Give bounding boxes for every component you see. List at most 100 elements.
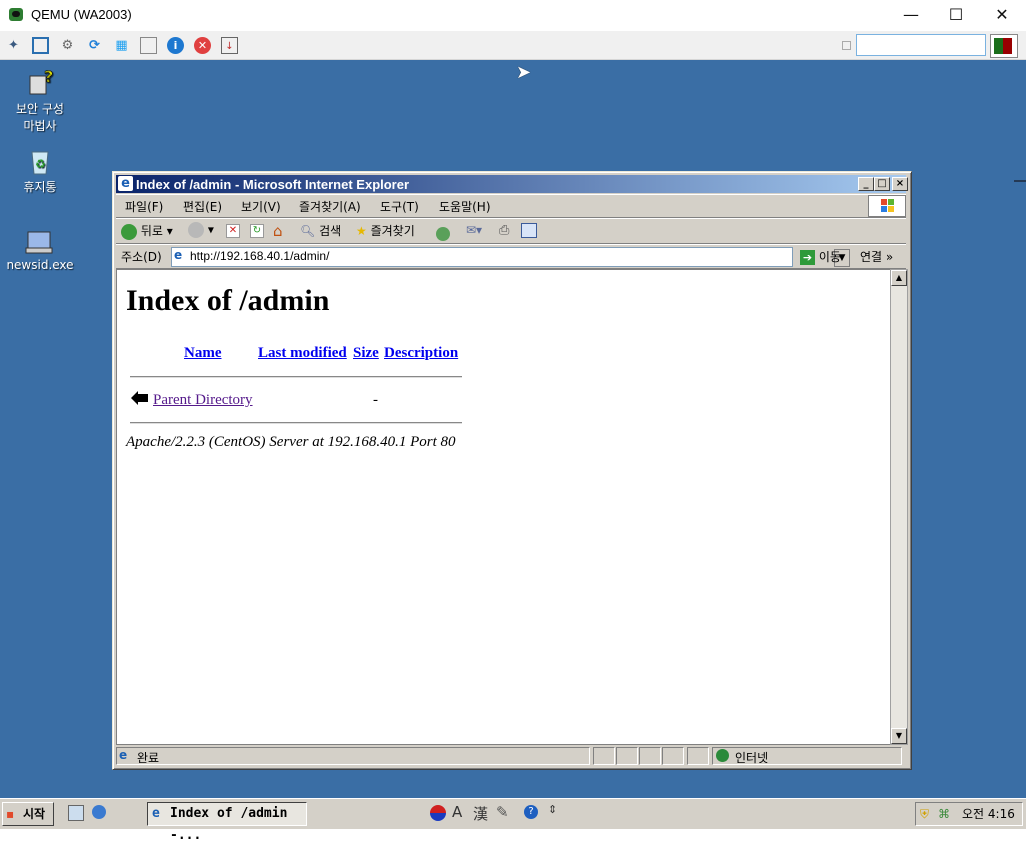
ie-titlebar[interactable]: e Index of /admin - Microsoft Internet E… [116,175,908,193]
gear-cube-icon[interactable]: ✦ [5,37,22,54]
divider [130,422,462,424]
taskbar-item-label: Index of /admin -... [170,806,288,843]
parent-directory-link[interactable]: Parent Directory [153,392,253,409]
qemu-window-title: QEMU (WA2003) [31,7,132,22]
qemu-toolbar: ✦ ⚙ ⟳ ▦ i ✕ ↓ [0,31,1026,60]
checkbox-icon[interactable] [842,41,851,50]
page-heading: Index of /admin [126,284,330,317]
network-icon[interactable]: ⌘ [938,803,950,825]
forward-button[interactable]: ▾ [188,222,214,238]
ime-letter-icon[interactable]: A [452,803,462,821]
address-label: 주소(D) [121,250,162,264]
ie-maximize-button[interactable]: □ [874,177,890,191]
ie-minimize-button[interactable]: _ [858,177,874,191]
quicklaunch-browser-icon[interactable] [92,805,106,819]
qemu-logo-icon [9,8,23,21]
divider [130,376,462,378]
settings-icon[interactable]: ⚙ [59,37,76,54]
menu-view[interactable]: 보기(V) [241,198,281,215]
desktop-icon-recycle-bin[interactable]: ♻ 휴지통 [0,144,80,195]
desktop-icon-security-wizard[interactable]: ? 보안 구성 마법사 [0,66,80,134]
windows-start-icon: ▪ [6,807,15,821]
ime-tool-icon[interactable]: ✎ [496,803,509,821]
stop-icon[interactable]: ✕ [194,37,211,54]
close-button[interactable]: ✕ [979,0,1025,31]
back-button[interactable]: 뒤로 ▾ [121,222,173,240]
desktop-icon-label: 보안 구성 마법사 [16,102,64,133]
help-icon[interactable]: ? [524,805,538,819]
links-label: 연결 [860,250,883,264]
menu-file[interactable]: 파일(F) [125,198,163,215]
status-panel-main: e 완료 [116,747,590,765]
svg-text:♻: ♻ [35,157,46,171]
minimize-button[interactable]: — [888,0,934,31]
back-folder-icon [130,390,150,408]
ie-window-title: Index of /admin - Microsoft Internet Exp… [136,177,410,192]
maximize-button[interactable]: ☐ [933,0,979,31]
system-tray: ⛨ ⌘ 오전 4:16 [915,802,1023,826]
search-button[interactable]: 🔍︎ 검색 [300,222,341,239]
ie-close-button[interactable]: × [892,177,908,191]
ie-addressbar: 주소(D) e http://192.168.40.1/admin/ ▼ ➔ 이… [116,244,906,269]
stop-page-icon[interactable]: ✕ [226,224,240,238]
search-icon: 🔍︎ [300,224,316,238]
search-label: 검색 [319,224,342,238]
screenshot-icon[interactable]: ↓ [221,37,238,54]
column-header-size[interactable]: Size [353,345,379,362]
taskbar-item-ie[interactable]: e Index of /admin -... [147,802,307,843]
clock[interactable]: 오전 4:16 [962,803,1015,825]
fullscreen-icon[interactable] [32,37,49,54]
favorites-star-icon: ★ [356,224,367,238]
column-header-last-modified[interactable]: Last modified [258,345,347,362]
page-icon: e [174,248,183,262]
home-icon[interactable]: ⌂ [273,222,283,240]
go-arrow-icon: ➔ [800,250,815,265]
links-button[interactable]: 연결 » [860,248,893,265]
mouse-cursor-icon: ➤ [516,62,532,83]
column-header-description[interactable]: Description [384,345,458,362]
desktop-icon-newsid[interactable]: newsid.exe [0,224,80,272]
quicklaunch-ie-icon[interactable] [68,805,84,821]
back-arrow-icon [121,223,137,240]
menu-favorites[interactable]: 즐겨찾기(A) [299,198,361,215]
edit-icon[interactable] [521,223,537,238]
drive-icon[interactable] [140,37,157,54]
ie-statusbar: e 완료 인터넷 [116,747,906,765]
column-header-name[interactable]: Name [184,345,222,362]
color-swatch-green [994,38,1003,54]
info-icon[interactable]: i [167,37,184,54]
status-panel [639,747,661,765]
scroll-up-button[interactable]: ▲ [891,270,907,286]
refresh-icon[interactable]: ⟳ [86,37,103,54]
mail-icon[interactable]: ✉▾ [466,223,482,237]
windows-icon[interactable]: ▦ [113,37,130,54]
go-button[interactable]: ➔ 이동 [800,248,841,265]
start-button[interactable]: ▪ 시작 [2,802,54,826]
status-text: 완료 [137,751,160,765]
ime-korean-icon[interactable] [430,805,446,821]
qemu-search-input[interactable] [856,34,986,56]
desktop-icon-label: newsid.exe [6,258,74,272]
favorites-button[interactable]: ★ 즐겨찾기 [356,222,415,239]
scroll-down-button[interactable]: ▼ [891,728,907,744]
menu-tools[interactable]: 도구(T) [380,198,419,215]
qemu-titlebar: QEMU (WA2003) — ☐ ✕ [0,0,1026,32]
ime-hanja-icon[interactable]: 漢 [473,803,488,824]
status-zone-panel: 인터넷 [712,747,902,765]
print-icon[interactable]: ⎙ [499,223,509,238]
taskbar-ie-icon: e [152,806,160,821]
ime-arrows-icon[interactable]: ⇕ [548,803,557,816]
newsid-icon [24,224,56,256]
vertical-scrollbar[interactable]: ▲ ▼ [890,269,908,745]
menu-edit[interactable]: 편집(E) [183,198,222,215]
history-icon[interactable] [436,223,450,242]
ie-logo-icon: e [118,176,133,191]
desktop-edge-mark [1014,180,1026,182]
refresh-page-icon[interactable]: ↻ [250,224,264,238]
go-label: 이동 [818,250,841,264]
menu-help[interactable]: 도움말(H) [439,198,491,215]
address-input[interactable]: e http://192.168.40.1/admin/ ▼ [171,247,850,267]
color-picker-button[interactable] [990,34,1018,58]
security-shield-icon[interactable]: ⛨ [920,803,929,825]
internet-globe-icon [716,749,729,762]
